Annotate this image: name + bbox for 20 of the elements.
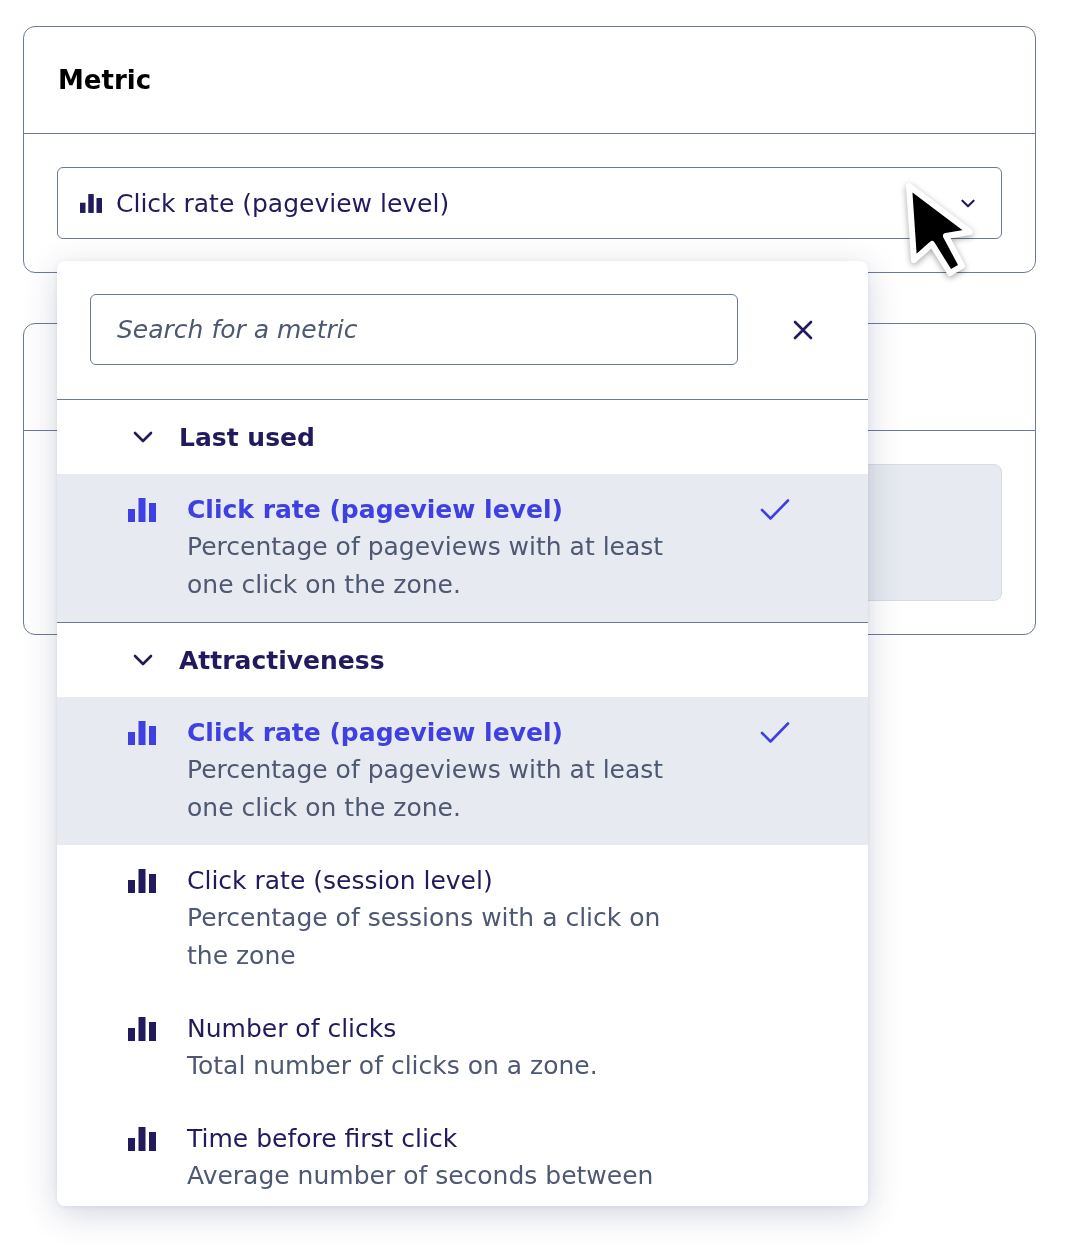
card-title: Metric (58, 65, 152, 95)
metric-option[interactable]: Click rate (session level) Percentage of sessions with a click on the zone (57, 845, 868, 993)
bar-chart-icon (128, 869, 156, 893)
metric-option[interactable]: Click rate (pageview level) Percentage of pageviews with at least one click on the zone. (57, 697, 868, 845)
bar-chart-icon (128, 1127, 156, 1151)
check-icon (760, 498, 790, 521)
metric-option[interactable]: Time before first click Average number of seconds between (57, 1103, 868, 1206)
chevron-down-icon (961, 198, 975, 208)
group-header[interactable]: Last used (57, 400, 868, 474)
metric-option[interactable]: Click rate (pageview level) Percentage of pageviews with at least one click on the zone. (57, 474, 868, 622)
group-header[interactable]: Attractiveness (57, 623, 868, 697)
bar-chart-icon (128, 1017, 156, 1041)
bar-chart-icon (128, 498, 156, 522)
bar-chart-icon (128, 721, 156, 745)
close-icon (793, 319, 813, 340)
check-icon (760, 721, 790, 744)
metric-option[interactable]: Number of clicks Total number of clicks on a zone. (57, 993, 868, 1103)
bar-chart-icon (80, 193, 102, 213)
search-field[interactable]: Search for a metric (90, 294, 738, 365)
metric-select[interactable]: Click rate (pageview level) (57, 167, 1002, 239)
